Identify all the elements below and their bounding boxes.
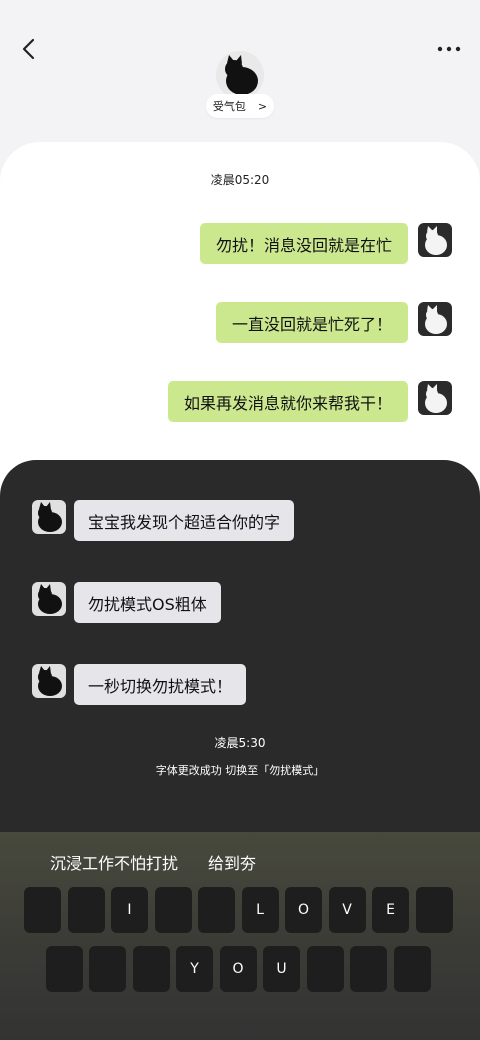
message-bubble[interactable]: 勿扰模式OS粗体: [74, 582, 221, 623]
keyboard: 沉浸工作不怕打扰 给到夯 I L O V E Y O U: [0, 832, 480, 1040]
keyboard-key[interactable]: I: [111, 887, 148, 933]
contact-name: 受气包: [212, 100, 246, 113]
keyboard-key[interactable]: [198, 887, 235, 933]
keyboard-key[interactable]: O: [285, 887, 322, 933]
back-arrow-icon[interactable]: [14, 34, 44, 64]
contact-name-pill[interactable]: 受气包 >: [206, 94, 274, 118]
chevron-right-icon: >: [257, 99, 268, 113]
contact-avatar[interactable]: [32, 664, 66, 698]
message-incoming: 勿扰模式OS粗体: [32, 582, 221, 623]
keyboard-key[interactable]: [24, 887, 61, 933]
keyboard-key[interactable]: V: [328, 887, 366, 933]
contact-avatar[interactable]: [216, 51, 264, 99]
keyboard-key[interactable]: Y: [176, 946, 213, 992]
keyboard-key[interactable]: [393, 946, 431, 992]
chat-header: 受气包 >: [0, 0, 480, 150]
keyboard-key[interactable]: E: [372, 887, 409, 933]
self-avatar[interactable]: [418, 381, 452, 415]
contact-avatar[interactable]: [32, 500, 66, 534]
suggestion-item[interactable]: 给到夯: [208, 850, 256, 874]
keyboard-key[interactable]: [154, 887, 192, 933]
keyboard-key[interactable]: L: [241, 887, 279, 933]
system-note: 字体更改成功 切换至「勿扰模式」: [155, 764, 325, 777]
message-incoming: 宝宝我发现个超适合你的字: [32, 500, 295, 541]
keyboard-key[interactable]: [67, 887, 105, 933]
keyboard-key[interactable]: U: [263, 946, 300, 992]
message-outgoing: 勿扰！消息没回就是在忙: [199, 223, 452, 264]
self-avatar[interactable]: [418, 302, 452, 336]
keyboard-key[interactable]: O: [219, 946, 257, 992]
contact-avatar[interactable]: [32, 582, 66, 616]
timestamp: 凌晨5:30: [214, 736, 266, 750]
keyboard-key[interactable]: [415, 887, 453, 933]
keyboard-key[interactable]: [132, 946, 170, 992]
keyboard-key[interactable]: [306, 946, 344, 992]
self-avatar[interactable]: [418, 223, 452, 257]
message-bubble[interactable]: 宝宝我发现个超适合你的字: [74, 500, 295, 541]
message-outgoing: 一直没回就是忙死了！: [215, 302, 452, 343]
message-bubble[interactable]: 勿扰！消息没回就是在忙: [199, 223, 408, 264]
message-bubble[interactable]: 一秒切换勿扰模式！: [74, 664, 247, 705]
keyboard-key[interactable]: [350, 946, 387, 992]
more-options-icon[interactable]: [436, 40, 462, 58]
message-outgoing: 如果再发消息就你来帮我干！: [167, 381, 452, 422]
keyboard-key[interactable]: [89, 946, 126, 992]
suggestion-item[interactable]: 沉浸工作不怕打扰: [50, 850, 178, 874]
suggestion-bar: 沉浸工作不怕打扰 给到夯: [50, 850, 256, 874]
message-bubble[interactable]: 如果再发消息就你来帮我干！: [167, 381, 408, 422]
message-bubble[interactable]: 一直没回就是忙死了！: [215, 302, 408, 343]
keyboard-key[interactable]: [45, 946, 83, 992]
timestamp: 凌晨05:20: [210, 173, 270, 187]
message-incoming: 一秒切换勿扰模式！: [32, 664, 247, 705]
